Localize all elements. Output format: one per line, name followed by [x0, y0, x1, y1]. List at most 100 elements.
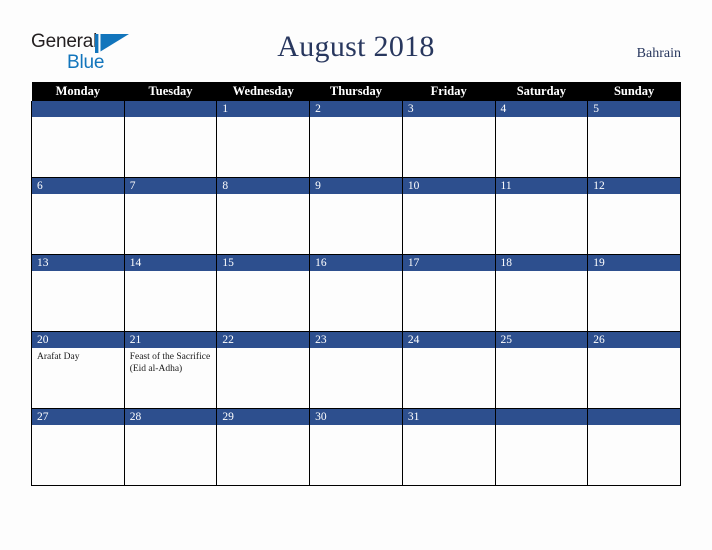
calendar-day-cell[interactable] [123, 101, 218, 178]
calendar-week-row: 12345 [31, 101, 681, 178]
day-cell-body [217, 117, 309, 177]
day-cell-body [403, 425, 495, 485]
calendar-day-cell[interactable]: 2 [309, 101, 403, 178]
weekday-header-sunday: Sunday [587, 82, 681, 101]
day-number: 30 [310, 409, 402, 425]
calendar-day-cell[interactable]: 12 [587, 177, 681, 255]
day-cell-body [310, 117, 402, 177]
day-cell-body [217, 271, 309, 331]
calendar-day-cell[interactable]: 10 [401, 177, 496, 255]
day-cell-body [496, 348, 588, 408]
day-number: 22 [217, 332, 310, 348]
calendar-day-cell[interactable]: 23 [309, 331, 403, 409]
calendar-day-cell[interactable]: 5 [587, 101, 681, 178]
calendar-week-row: 27 28 29 30 31 [31, 408, 681, 486]
day-number: 13 [32, 255, 124, 271]
calendar-day-cell[interactable]: 8 [216, 177, 311, 255]
calendar-day-cell[interactable] [31, 101, 125, 178]
day-cell-body [32, 194, 124, 254]
calendar-day-cell[interactable] [494, 408, 589, 486]
calendar-day-cell[interactable]: 28 [123, 408, 218, 486]
day-cell-body [125, 425, 217, 485]
calendar-day-cell[interactable]: 18 [494, 254, 589, 332]
day-number: 28 [124, 409, 217, 425]
calendar-day-cell[interactable]: 14 [123, 254, 218, 332]
calendar-day-cell[interactable]: 24 [401, 331, 496, 409]
day-number [124, 101, 217, 117]
day-number: 31 [402, 409, 495, 425]
day-number [32, 101, 124, 117]
day-cell-body [217, 425, 309, 485]
day-number: 29 [217, 409, 310, 425]
day-cell-body [310, 425, 402, 485]
day-number: 8 [217, 178, 310, 194]
day-number: 23 [310, 332, 402, 348]
day-number: 24 [402, 332, 495, 348]
page-header: General Blue August 2018 Bahrain [0, 0, 712, 82]
day-number: 26 [588, 332, 680, 348]
country-label: Bahrain [636, 46, 681, 61]
day-cell-body [403, 194, 495, 254]
calendar-day-cell[interactable]: 21 Feast of the Sacrifice (Eid al-Adha) [123, 331, 218, 409]
calendar-day-cell[interactable]: 17 [401, 254, 496, 332]
day-cell-body [403, 271, 495, 331]
day-cell-body [125, 194, 217, 254]
calendar-day-cell[interactable]: 19 [587, 254, 681, 332]
calendar-day-cell[interactable]: 26 [587, 331, 681, 409]
day-number: 21 [124, 332, 217, 348]
calendar-day-cell[interactable]: 22 [216, 331, 311, 409]
calendar-grid: Monday Tuesday Wednesday Thursday Friday… [31, 82, 681, 486]
day-cell-body [32, 117, 124, 177]
day-number: 15 [217, 255, 310, 271]
day-cell-body [496, 425, 588, 485]
weekday-header-row: Monday Tuesday Wednesday Thursday Friday… [31, 82, 681, 101]
holiday-label: Arafat Day [37, 352, 80, 362]
calendar-day-cell[interactable]: 31 [401, 408, 496, 486]
day-number: 4 [495, 101, 588, 117]
day-number: 16 [310, 255, 402, 271]
day-cell-body [125, 271, 217, 331]
calendar-day-cell[interactable]: 15 [216, 254, 311, 332]
day-number [495, 409, 588, 425]
day-cell-body [588, 117, 680, 177]
day-number: 10 [402, 178, 495, 194]
calendar-week-row: 13 14 15 16 17 18 19 [31, 254, 681, 332]
day-cell-body [588, 348, 680, 408]
day-cell-body [496, 194, 588, 254]
calendar-day-cell[interactable]: 9 [309, 177, 403, 255]
calendar-page: General Blue August 2018 Bahrain Monday … [0, 0, 712, 550]
calendar-day-cell[interactable]: 29 [216, 408, 311, 486]
day-number: 2 [310, 101, 402, 117]
calendar-day-cell[interactable]: 27 [31, 408, 125, 486]
day-number: 19 [588, 255, 680, 271]
calendar-day-cell[interactable]: 11 [494, 177, 589, 255]
day-cell-body [310, 271, 402, 331]
day-cell-body [310, 194, 402, 254]
calendar-day-cell[interactable] [587, 408, 681, 486]
weekday-header-wednesday: Wednesday [216, 82, 310, 101]
calendar-day-cell[interactable]: 16 [309, 254, 403, 332]
day-number: 6 [32, 178, 124, 194]
day-cell-body [403, 348, 495, 408]
weekday-header-friday: Friday [402, 82, 496, 101]
calendar-body: 1 2 3 4 5 6 7 8 9 10 11 12 13 14 15 16 17 18 19 20 Arafat Da… [31, 101, 681, 486]
calendar-day-cell[interactable]: 25 [494, 331, 589, 409]
day-number: 18 [495, 255, 588, 271]
calendar-day-cell[interactable]: 13 [31, 254, 125, 332]
day-cell-body [588, 425, 680, 485]
calendar-day-cell[interactable]: 20 Arafat Day [31, 331, 125, 409]
calendar-day-cell[interactable]: 1 [216, 101, 311, 178]
calendar-day-cell[interactable]: 6 [31, 177, 125, 255]
day-cell-body [588, 194, 680, 254]
calendar-day-cell[interactable]: 3 [401, 101, 496, 178]
day-cell-body [496, 117, 588, 177]
calendar-day-cell[interactable]: 7 [123, 177, 218, 255]
day-cell-body [496, 271, 588, 331]
day-number: 12 [588, 178, 680, 194]
day-number: 27 [32, 409, 124, 425]
calendar-week-row: 6 7 8 9 10 11 12 [31, 177, 681, 255]
day-number: 20 [32, 332, 124, 348]
day-cell-body [217, 348, 309, 408]
calendar-day-cell[interactable]: 4 [494, 101, 589, 178]
calendar-day-cell[interactable]: 30 [309, 408, 403, 486]
